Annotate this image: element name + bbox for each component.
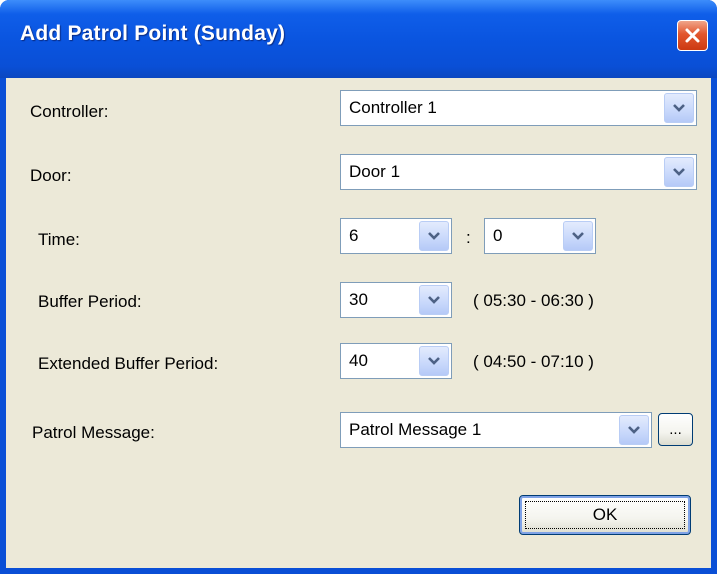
extended-buffer-period-label: Extended Buffer Period: [38, 354, 219, 373]
patrol-message-dropdown-button[interactable] [619, 415, 649, 445]
focus-rectangle [525, 501, 685, 529]
dialog-body: Controller: Controller 1 Door: Door 1 Ti… [6, 78, 711, 568]
time-minute-dropdown-button[interactable] [563, 221, 593, 251]
extended-buffer-period-dropdown-button[interactable] [419, 346, 449, 376]
patrol-message-value: Patrol Message 1 [349, 420, 482, 439]
door-select[interactable]: Door 1 [340, 154, 697, 190]
ok-button[interactable]: OK [519, 495, 691, 535]
extended-buffer-period-range: ( 04:50 - 07:10 ) [473, 352, 594, 371]
browse-patrol-message-button[interactable]: ... [658, 413, 693, 446]
time-hour-value: 6 [349, 226, 359, 245]
time-minute-value: 0 [493, 226, 503, 245]
window-title: Add Patrol Point (Sunday) [20, 22, 286, 45]
time-hour-select[interactable]: 6 [340, 218, 452, 254]
close-icon [685, 28, 700, 43]
door-dropdown-button[interactable] [664, 157, 694, 187]
chevron-down-icon [673, 104, 685, 112]
chevron-down-icon [572, 232, 584, 240]
door-value: Door 1 [349, 162, 401, 181]
time-minute-select[interactable]: 0 [484, 218, 596, 254]
chevron-down-icon [428, 232, 440, 240]
door-label: Door: [30, 166, 72, 185]
buffer-period-range: ( 05:30 - 06:30 ) [473, 291, 594, 310]
time-hour-dropdown-button[interactable] [419, 221, 449, 251]
close-button[interactable] [677, 20, 708, 51]
controller-dropdown-button[interactable] [664, 93, 694, 123]
buffer-period-dropdown-button[interactable] [419, 285, 449, 315]
title-bar[interactable]: Add Patrol Point (Sunday) [0, 0, 717, 78]
chevron-down-icon [428, 296, 440, 304]
patrol-message-select[interactable]: Patrol Message 1 [340, 412, 652, 448]
time-separator: : [466, 228, 471, 247]
chevron-down-icon [628, 426, 640, 434]
buffer-period-label: Buffer Period: [38, 292, 142, 311]
controller-select[interactable]: Controller 1 [340, 90, 697, 126]
extended-buffer-period-select[interactable]: 40 [340, 343, 452, 379]
time-label: Time: [38, 230, 80, 249]
patrol-message-label: Patrol Message: [32, 423, 155, 442]
buffer-period-value: 30 [349, 290, 368, 309]
chevron-down-icon [428, 357, 440, 365]
controller-value: Controller 1 [349, 98, 437, 117]
extended-buffer-period-value: 40 [349, 351, 368, 370]
controller-label: Controller: [30, 102, 109, 121]
buffer-period-select[interactable]: 30 [340, 282, 452, 318]
dialog-window: Add Patrol Point (Sunday) Controller: Co… [0, 0, 717, 574]
chevron-down-icon [673, 168, 685, 176]
